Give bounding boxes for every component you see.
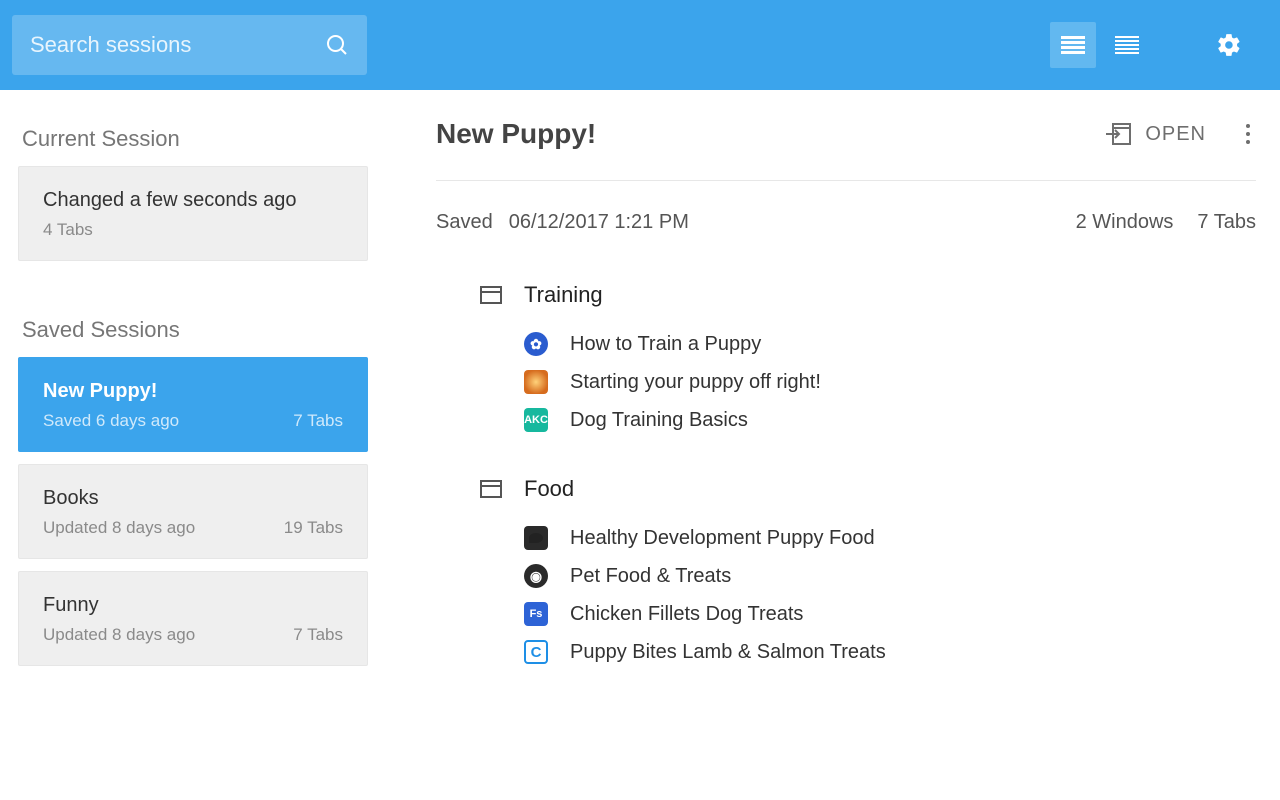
tab-row[interactable]: How to Train a Puppy [524,332,1256,356]
favicon [524,370,548,394]
tab-row[interactable]: Starting your puppy off right! [524,370,1256,394]
saved-session-tabcount: 19 Tabs [284,518,343,538]
saved-session-meta: Updated 8 days ago [43,518,195,538]
favicon [524,526,548,550]
favicon: Fs [524,602,548,626]
favicon: AKC [524,408,548,432]
window-icon [480,480,502,498]
current-session-meta: 4 Tabs [43,220,93,240]
detail-pane: New Puppy! OPEN Saved 06/12/2017 [380,90,1280,800]
tab-row[interactable]: C Puppy Bites Lamb & Salmon Treats [524,640,1256,664]
view-compact-button[interactable] [1104,22,1150,68]
open-label: OPEN [1145,123,1206,146]
gear-icon [1216,32,1242,58]
saved-session-tabcount: 7 Tabs [293,625,343,645]
tab-title: How to Train a Puppy [570,333,761,356]
saved-session-meta: Saved 6 days ago [43,411,179,431]
more-button[interactable] [1240,118,1256,150]
current-session-card[interactable]: Changed a few seconds ago 4 Tabs [18,166,368,261]
saved-session-card[interactable]: Books Updated 8 days ago 19 Tabs [18,464,368,559]
window-name: Training [524,282,603,308]
saved-label: Saved [436,211,493,234]
list-icon [1115,36,1139,54]
window-group: Food Healthy Development Puppy Food Pet Fo… [480,476,1256,664]
window-name: Food [524,476,574,502]
open-button[interactable]: OPEN [1105,123,1206,146]
app-header [0,0,1280,90]
open-icon [1105,123,1131,145]
saved-session-tabcount: 7 Tabs [293,411,343,431]
session-title: New Puppy! [436,118,596,150]
tab-title: Puppy Bites Lamb & Salmon Treats [570,641,886,664]
tab-title: Pet Food & Treats [570,565,731,588]
saved-session-title: Funny [43,594,343,617]
favicon [524,332,548,356]
tab-title: Dog Training Basics [570,409,748,432]
search-icon [325,33,349,57]
saved-sessions-heading: Saved Sessions [22,317,368,343]
window-group: Training How to Train a Puppy Starting you… [480,282,1256,432]
tab-count: 7 Tabs [1197,211,1256,234]
favicon [524,564,548,588]
saved-session-title: Books [43,487,343,510]
settings-button[interactable] [1206,22,1252,68]
tab-title: Starting your puppy off right! [570,371,821,394]
tab-row[interactable]: Healthy Development Puppy Food [524,526,1256,550]
sidebar: Current Session Changed a few seconds ag… [0,90,380,800]
window-header[interactable]: Food [480,476,1256,502]
saved-session-card[interactable]: Funny Updated 8 days ago 7 Tabs [18,571,368,666]
saved-session-card[interactable]: New Puppy! Saved 6 days ago 7 Tabs [18,357,368,452]
session-meta: Saved 06/12/2017 1:21 PM 2 Windows 7 Tab… [436,211,1256,234]
saved-timestamp: 06/12/2017 1:21 PM [509,211,689,234]
tab-title: Chicken Fillets Dog Treats [570,603,803,626]
favicon: C [524,640,548,664]
window-icon [480,286,502,304]
saved-session-meta: Updated 8 days ago [43,625,195,645]
current-session-title: Changed a few seconds ago [43,189,343,212]
search-box[interactable] [12,15,367,75]
saved-session-title: New Puppy! [43,380,343,403]
window-header[interactable]: Training [480,282,1256,308]
view-detailed-button[interactable] [1050,22,1096,68]
current-session-heading: Current Session [22,126,368,152]
tab-row[interactable]: Fs Chicken Fillets Dog Treats [524,602,1256,626]
tab-title: Healthy Development Puppy Food [570,527,875,550]
tab-row[interactable]: AKC Dog Training Basics [524,408,1256,432]
tab-row[interactable]: Pet Food & Treats [524,564,1256,588]
search-input[interactable] [30,32,325,58]
window-count: 2 Windows [1076,211,1174,234]
list-dense-icon [1061,36,1085,54]
